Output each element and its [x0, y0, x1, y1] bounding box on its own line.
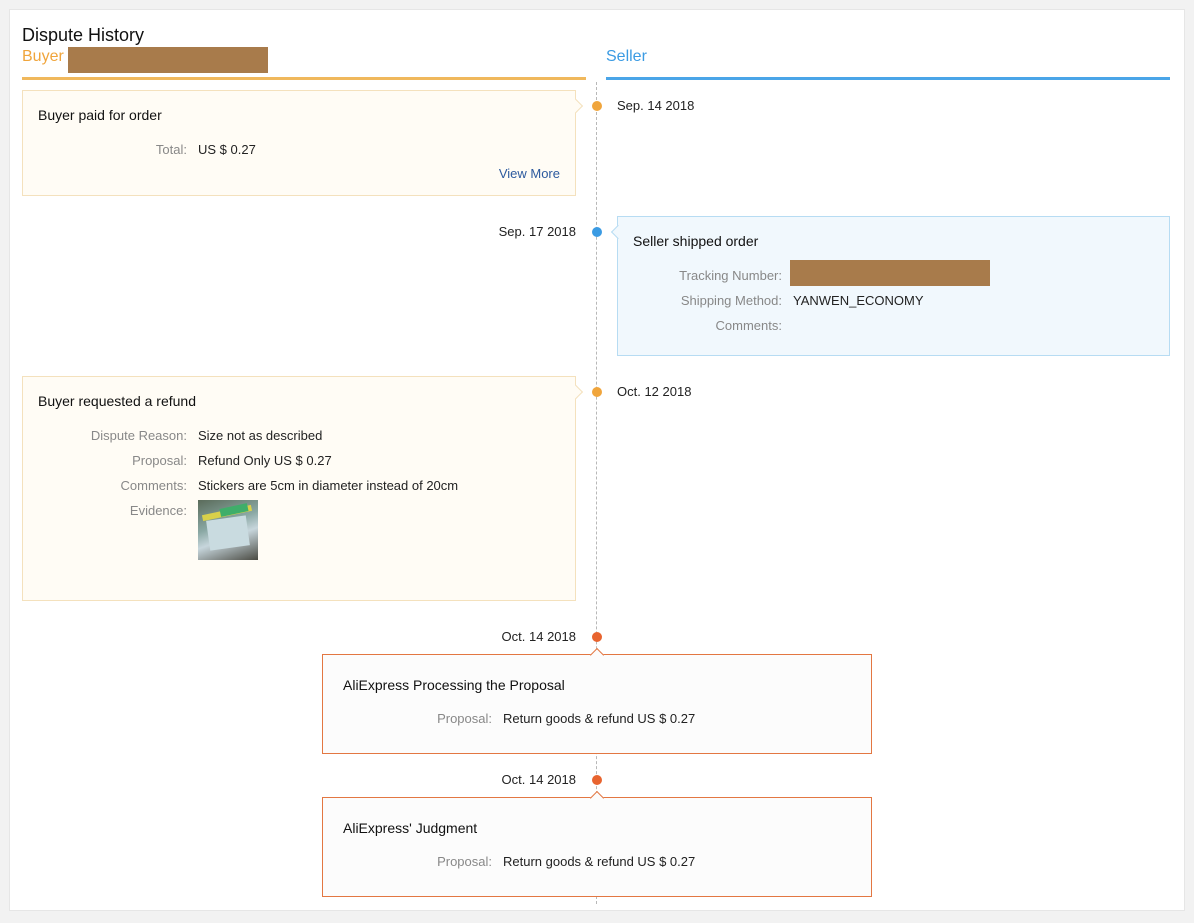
timeline-dot-processing	[592, 632, 602, 642]
proposal-row: Proposal: Return goods & refund US $ 0.2…	[323, 711, 871, 729]
proposal-label: Proposal:	[132, 453, 187, 468]
event-card-aliexpress-processing: AliExpress Processing the Proposal Propo…	[322, 654, 872, 754]
shipping-method-label: Shipping Method:	[680, 293, 782, 308]
event-date-refund: Oct. 12 2018	[617, 384, 692, 399]
event-date-processing: Oct. 14 2018	[501, 629, 576, 644]
total-label: Total:	[155, 142, 187, 157]
shipping-method-value: YANWEN_ECONOMY	[793, 293, 924, 308]
page-title: Dispute History	[22, 25, 145, 45]
buyer-name-redacted	[68, 47, 268, 73]
shipping-method-row: Shipping Method: YANWEN_ECONOMY	[618, 293, 1169, 311]
comments-row: Comments: Stickers are 5cm in diameter i…	[23, 478, 575, 496]
proposal-value: Refund Only US $ 0.27	[198, 453, 332, 468]
evidence-row: Evidence:	[23, 503, 575, 521]
comments-label: Comments:	[715, 318, 782, 333]
event-date-shipped: Sep. 17 2018	[498, 224, 576, 239]
timeline-dot-shipped	[592, 227, 602, 237]
evidence-thumbnail[interactable]	[198, 500, 258, 560]
event-title: Buyer requested a refund	[38, 393, 196, 409]
event-card-aliexpress-judgment: AliExpress' Judgment Proposal: Return go…	[322, 797, 872, 897]
event-title: Seller shipped order	[633, 233, 759, 249]
seller-column-underline	[606, 77, 1170, 80]
event-title: AliExpress Processing the Proposal	[343, 677, 565, 693]
comments-row: Comments:	[618, 318, 1169, 336]
event-card-buyer-paid: Buyer paid for order Total: US $ 0.27 Vi…	[22, 90, 576, 196]
buyer-column-underline	[22, 77, 586, 80]
proposal-row: Proposal: Return goods & refund US $ 0.2…	[323, 854, 871, 872]
dispute-reason-value: Size not as described	[198, 428, 323, 443]
timeline-dot-refund	[592, 387, 602, 397]
dispute-reason-label: Dispute Reason:	[90, 428, 187, 443]
proposal-label: Proposal:	[437, 854, 492, 869]
tracking-label: Tracking Number:	[679, 268, 782, 283]
proposal-value: Return goods & refund US $ 0.27	[503, 854, 696, 869]
event-title: AliExpress' Judgment	[343, 820, 478, 836]
buyer-column-header: Buyer	[22, 48, 64, 65]
proposal-row: Proposal: Refund Only US $ 0.27	[23, 453, 575, 471]
event-card-buyer-refund: Buyer requested a refund Dispute Reason:…	[22, 376, 576, 601]
event-card-seller-shipped: Seller shipped order Tracking Number: Sh…	[617, 216, 1170, 356]
event-date-judgment: Oct. 14 2018	[501, 772, 576, 787]
evidence-label: Evidence:	[129, 503, 187, 518]
seller-column-header: Seller	[606, 48, 647, 65]
total-row: Total: US $ 0.27	[23, 142, 575, 160]
proposal-label: Proposal:	[437, 711, 492, 726]
dispute-reason-row: Dispute Reason: Size not as described	[23, 428, 575, 446]
comments-label: Comments:	[120, 478, 187, 493]
event-title: Buyer paid for order	[38, 107, 162, 123]
comments-value: Stickers are 5cm in diameter instead of …	[198, 478, 459, 493]
event-date-paid: Sep. 14 2018	[617, 98, 695, 113]
tracking-number-redacted	[790, 260, 990, 286]
proposal-value: Return goods & refund US $ 0.27	[503, 711, 696, 726]
view-more-link[interactable]: View More	[499, 166, 560, 181]
total-value: US $ 0.27	[198, 142, 256, 157]
timeline-dot-paid	[592, 101, 602, 111]
timeline-dot-judgment	[592, 775, 602, 785]
